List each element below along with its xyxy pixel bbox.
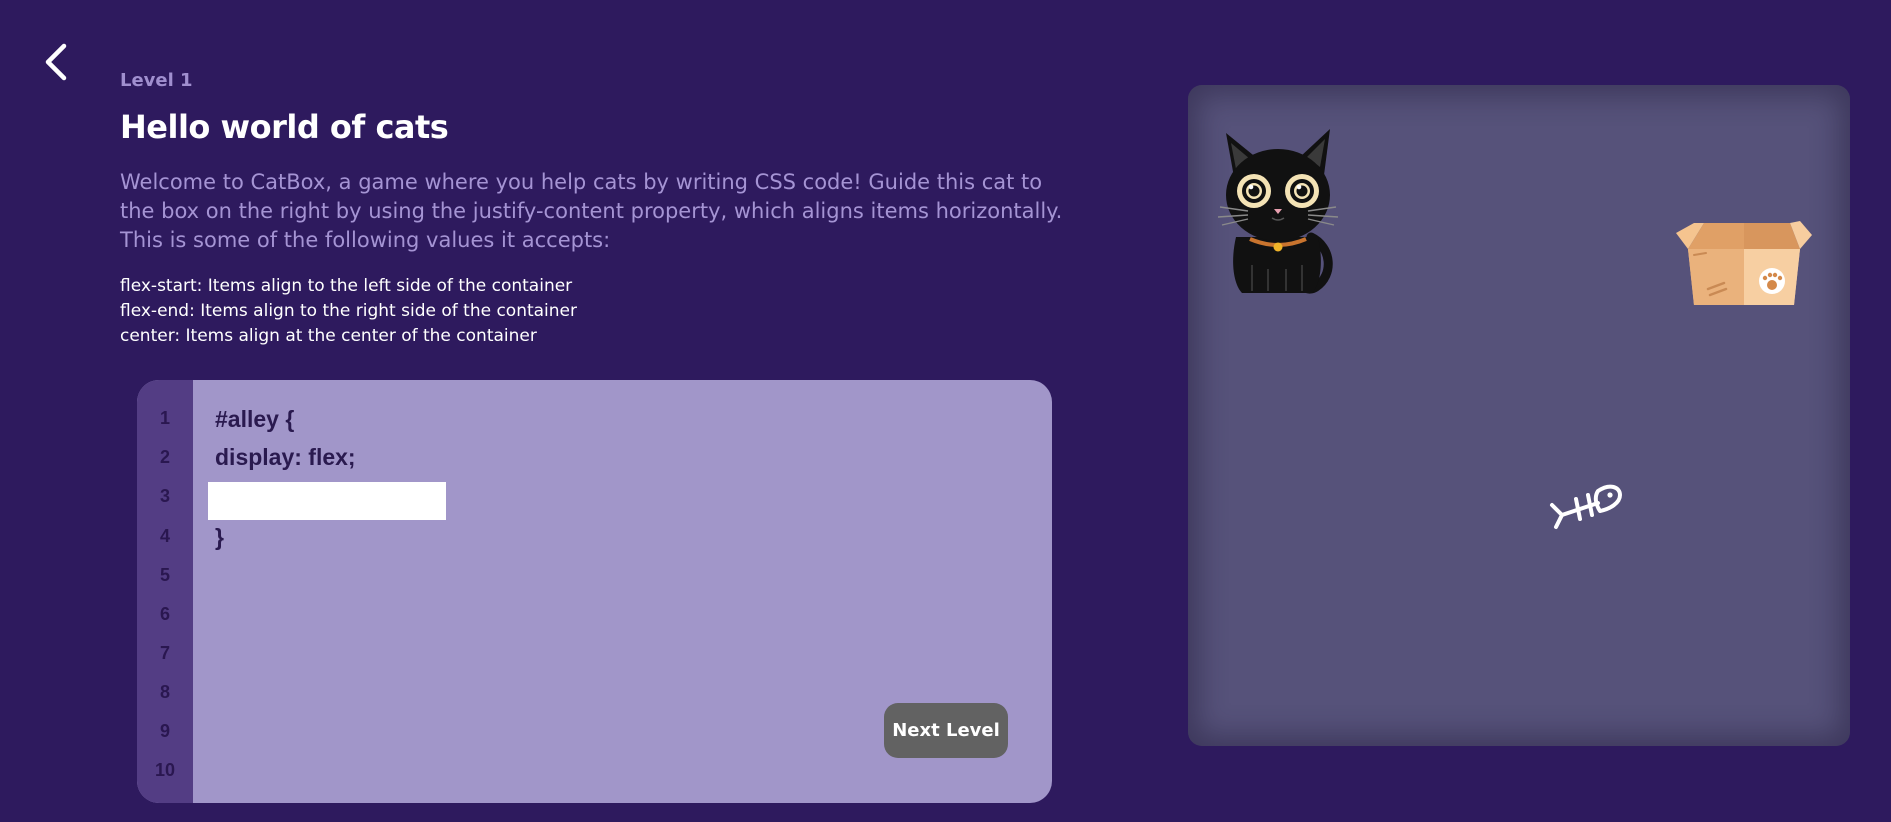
line-number: 7	[159, 643, 170, 663]
black-cat-icon	[1217, 129, 1339, 294]
line-number: 2	[159, 447, 170, 467]
line-number: 1	[159, 408, 170, 428]
line-number: 10	[154, 760, 176, 780]
code-line-4: }	[215, 524, 224, 550]
cardboard-box-icon	[1676, 221, 1812, 305]
back-button[interactable]	[40, 42, 74, 82]
values-list: flex-start: Items align to the left side…	[120, 274, 820, 349]
line-number: 3	[159, 486, 170, 506]
level-label: Level 1	[120, 70, 193, 91]
line-number: 8	[159, 682, 170, 702]
line-number-gutter: 1 2 3 4 5 6 7 8 9 10	[137, 380, 193, 803]
intro-text: Welcome to CatBox, a game where you help…	[120, 170, 1063, 252]
chevron-left-icon	[45, 43, 67, 81]
code-line-2: display: flex;	[215, 444, 356, 470]
line-number: 9	[159, 721, 170, 741]
line-number: 6	[159, 604, 170, 624]
line-number: 5	[159, 565, 170, 585]
value-flex-end: flex-end: Items align to the right side …	[120, 301, 578, 321]
code-line-1: #alley {	[215, 406, 295, 432]
game-board	[1188, 85, 1850, 746]
fish-bone-icon	[1550, 484, 1622, 529]
next-level-button[interactable]: Next Level	[884, 703, 1008, 758]
value-center: center: Items align at the center of the…	[120, 326, 537, 346]
code-editor: 1 2 3 4 5 6 7 8 9 10 #alley { display: f…	[137, 380, 1052, 803]
css-answer-input[interactable]	[208, 482, 446, 520]
page-title: Hello world of cats	[120, 108, 449, 146]
value-flex-start: flex-start: Items align to the left side…	[120, 276, 573, 296]
line-number: 4	[159, 526, 170, 546]
